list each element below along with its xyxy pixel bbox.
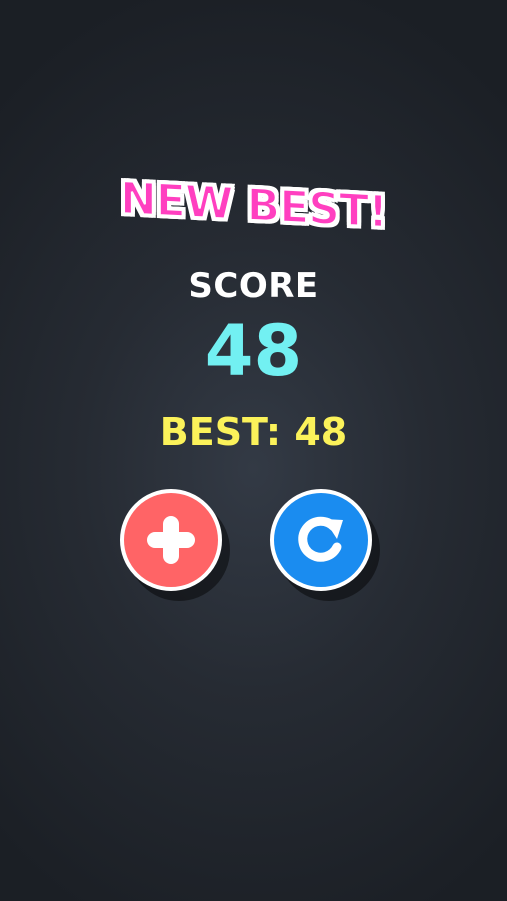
add-button[interactable] (120, 489, 222, 591)
score-value: 48 (204, 310, 303, 392)
replay-button[interactable] (270, 489, 372, 591)
score-label: SCORE (188, 266, 319, 306)
replay-icon (298, 516, 343, 562)
new-best-banner: NEW BEST! (119, 172, 388, 239)
plus-icon (147, 516, 195, 564)
best-score: BEST: 48 (159, 410, 348, 454)
game-over-screen: NEW BEST! SCORE 48 BEST: 48 (0, 0, 507, 901)
